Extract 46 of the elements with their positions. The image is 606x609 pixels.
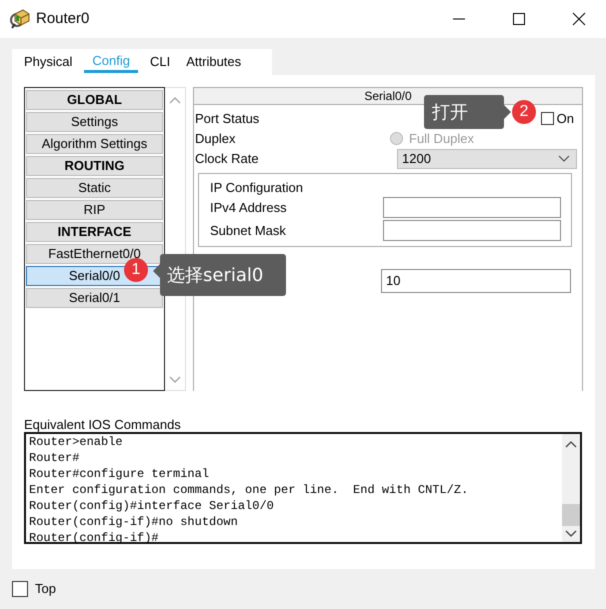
router-icon	[9, 8, 31, 30]
callout-tooltip: 选择serial0	[160, 254, 286, 296]
console-line: Router#	[29, 450, 80, 466]
scroll-thumb[interactable]	[562, 504, 580, 526]
sidebar-item[interactable]: Settings	[26, 112, 163, 132]
console-line: Router(config-if)#no shutdown	[29, 514, 239, 530]
sidebar-item[interactable]: Serial0/1	[26, 288, 163, 308]
scroll-up-icon[interactable]	[565, 440, 577, 448]
checkbox-label: Top	[35, 581, 56, 596]
console-line: Enter configuration commands, one per line. End with CNTL/Z.	[29, 482, 470, 498]
window-title: Router0	[36, 10, 90, 28]
callout-tooltip: 打开	[424, 94, 504, 129]
section-label: Equivalent IOS Commands	[24, 418, 182, 432]
maximize-icon[interactable]	[512, 12, 526, 26]
field-label: Clock Rate	[194, 151, 259, 166]
sidebar-item[interactable]: FastEthernet0/0	[26, 244, 163, 264]
radio-label: Full Duplex	[409, 131, 474, 146]
group-title: IP Configuration	[210, 180, 304, 196]
console-line: Router(config-if)#	[29, 530, 160, 546]
input-field[interactable]: 10	[381, 268, 571, 293]
tab[interactable]: Physical	[16, 50, 80, 75]
field-label: Duplex	[194, 131, 236, 146]
tab[interactable]: Attributes	[178, 50, 250, 75]
input-field[interactable]	[383, 220, 561, 241]
field-label: Subnet Mask	[210, 222, 286, 238]
tab[interactable]: CLI	[142, 50, 178, 75]
console-line: Router(config)#interface Serial0/0	[29, 498, 275, 514]
checkbox[interactable]	[12, 580, 28, 597]
chevron-down-icon	[558, 154, 570, 163]
sidebar-item[interactable]: Algorithm Settings	[26, 134, 163, 154]
input-field[interactable]	[383, 196, 561, 218]
checkbox[interactable]	[540, 112, 554, 126]
checkbox-label: On	[556, 111, 574, 126]
section-header: GLOBAL	[26, 90, 163, 110]
sidebar-item[interactable]: RIP	[26, 200, 163, 220]
field-label: Port Status	[194, 111, 260, 126]
scrollbar[interactable]	[562, 434, 580, 542]
section-header: INTERFACE	[26, 222, 163, 242]
console-line: Router>enable	[29, 434, 124, 450]
sidebar-item[interactable]: Static	[26, 178, 163, 198]
close-icon[interactable]	[572, 12, 586, 26]
scroll-down-icon[interactable]	[565, 530, 577, 538]
console-line: Router#configure terminal	[29, 466, 210, 482]
field-label: IPv4 Address	[210, 200, 287, 215]
section-header: ROUTING	[26, 156, 163, 176]
clock-rate-dropdown[interactable]: 1200	[397, 148, 577, 169]
